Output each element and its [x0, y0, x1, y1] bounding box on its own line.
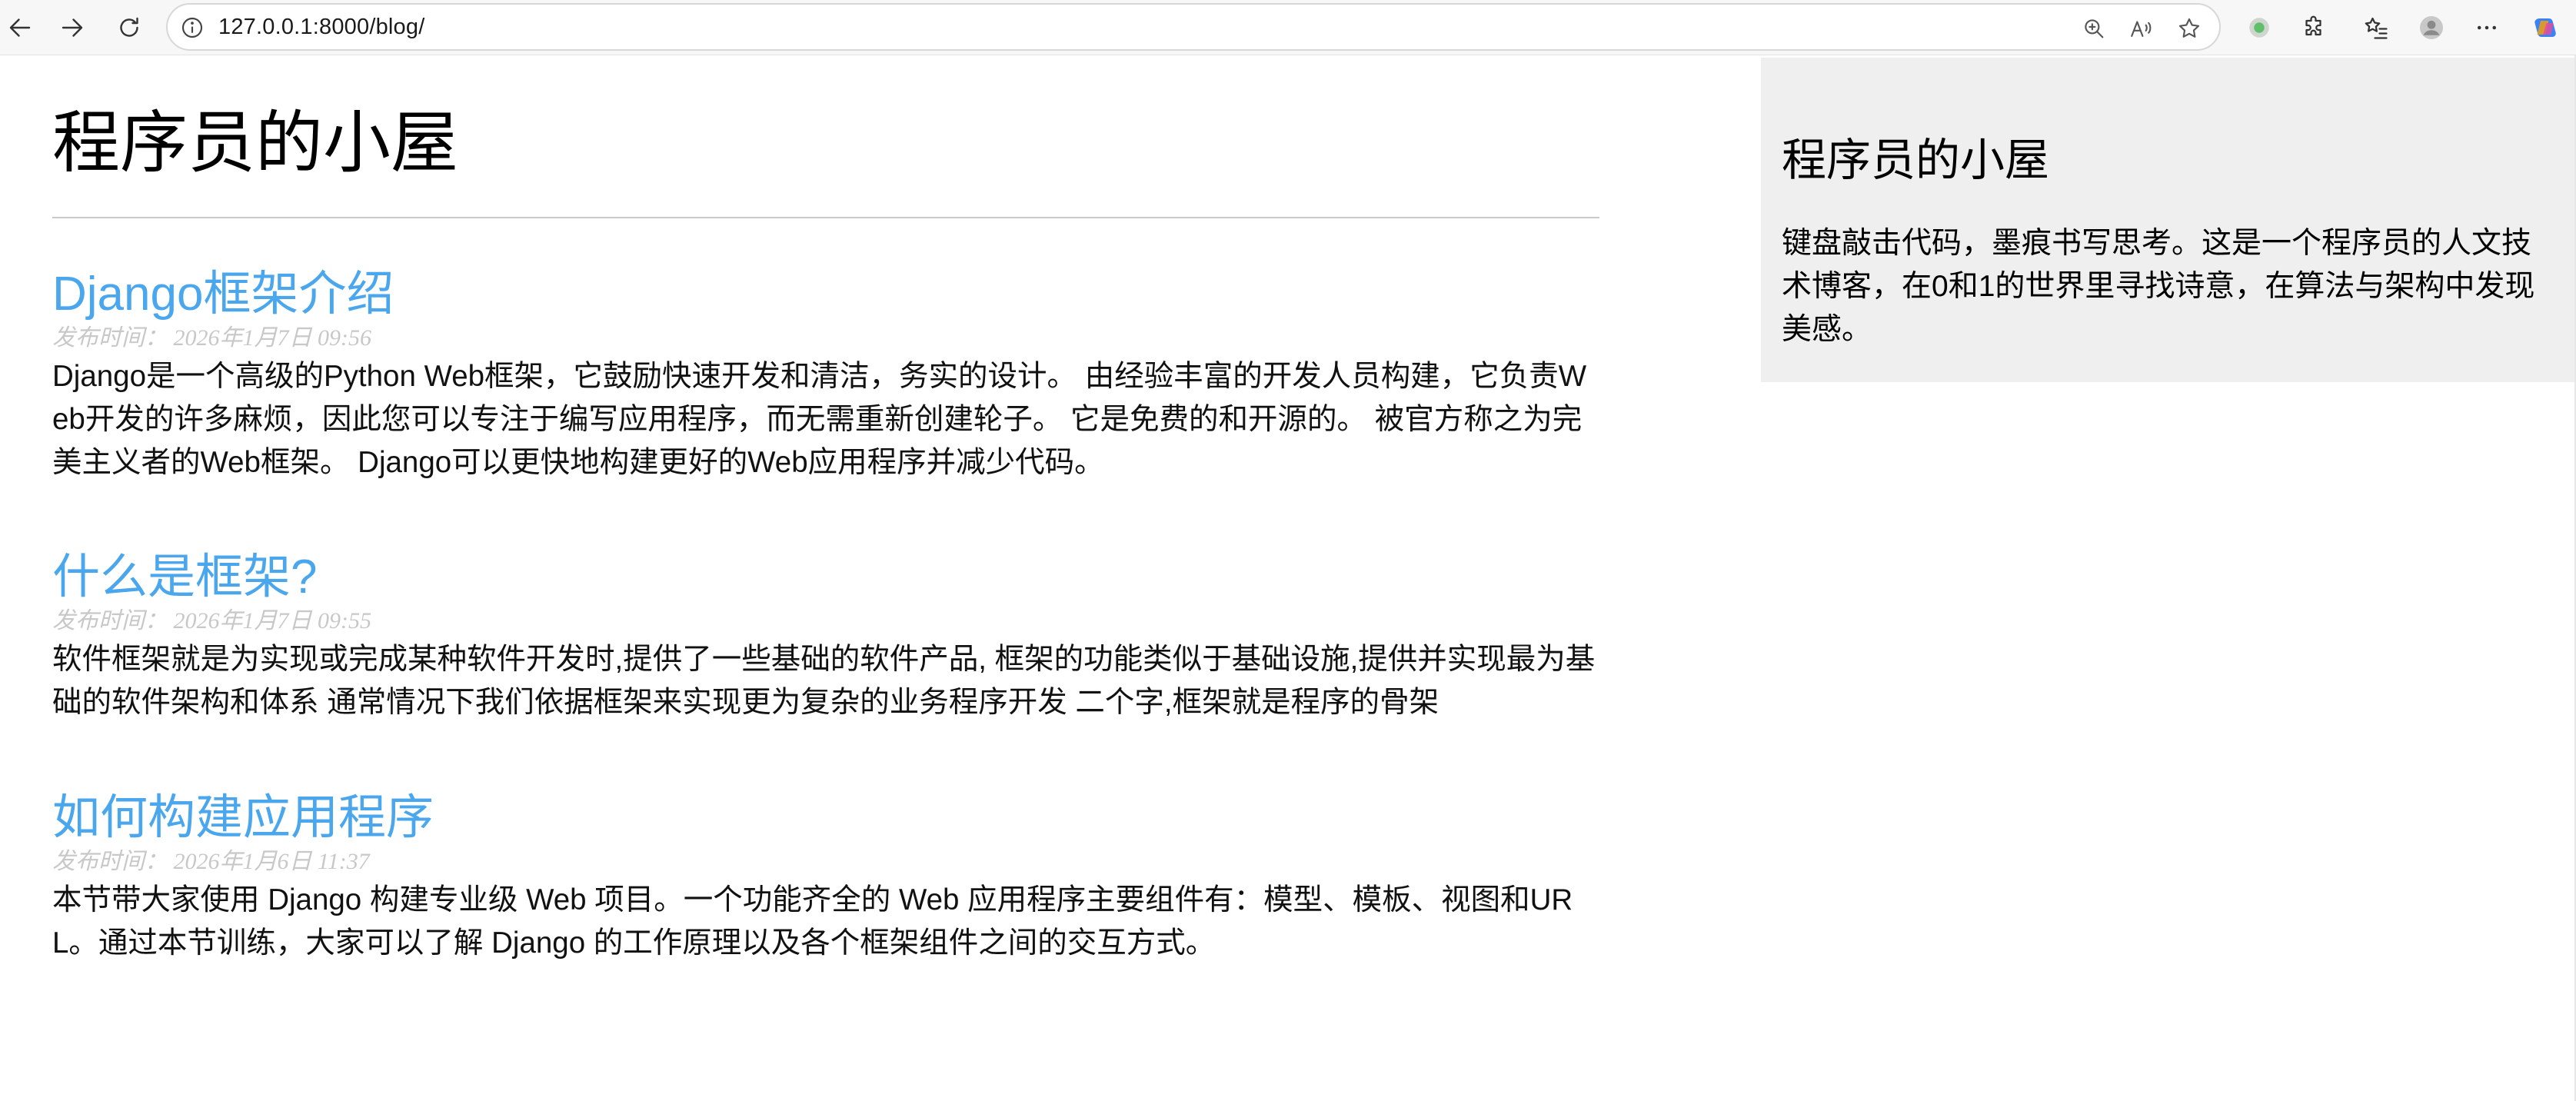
post-meta: 发布时间： 2026年1月7日 09:55 — [52, 608, 371, 634]
extension-green-dot-icon[interactable] — [2239, 8, 2279, 48]
post-meta: 发布时间： 2026年1月7日 09:56 — [52, 325, 371, 351]
post-excerpt: Django是一个高级的Python Web框架，它鼓励快速开发和清洁，务实的设… — [52, 360, 1587, 479]
profile-avatar-icon[interactable] — [2411, 8, 2451, 48]
favorite-star-icon[interactable] — [2176, 15, 2202, 42]
back-icon[interactable] — [0, 8, 40, 48]
post-title-link[interactable]: Django框架介绍 — [52, 266, 394, 323]
browser-toolbar: 127.0.0.1:8000/blog/ — [0, 0, 2576, 55]
read-aloud-icon[interactable] — [2128, 15, 2155, 42]
more-menu-icon[interactable] — [2467, 8, 2507, 48]
post-meta: 发布时间： 2026年1月6日 11:37 — [52, 849, 370, 874]
sidebar-title: 程序员的小屋 — [1782, 135, 2050, 185]
post-title-link[interactable]: 什么是框架? — [52, 549, 317, 606]
favorites-list-icon[interactable] — [2356, 8, 2396, 48]
post-title-link[interactable]: 如何构建应用程序 — [52, 790, 434, 847]
title-divider — [52, 217, 1599, 218]
blog-main: 程序员的小屋 — [52, 55, 1599, 218]
site-info-icon[interactable] — [180, 15, 205, 40]
sidebar-description: 键盘敲击代码，墨痕书写思考。这是一个程序员的人文技术博客，在0和1的世界里寻找诗… — [1782, 227, 2535, 346]
extensions-puzzle-icon[interactable] — [2295, 8, 2335, 48]
url-text[interactable]: 127.0.0.1:8000/blog/ — [218, 15, 424, 40]
post-item: Django框架介绍 发布时间： 2026年1月7日 09:56 Django是… — [52, 266, 1599, 484]
forward-icon[interactable] — [52, 8, 92, 48]
page-title: 程序员的小屋 — [52, 105, 459, 181]
zoom-icon[interactable] — [2081, 15, 2107, 42]
sidebar-about: 程序员的小屋 键盘敲击代码，墨痕书写思考。这是一个程序员的人文技术博客，在0和1… — [1761, 58, 2576, 382]
post-excerpt: 软件框架就是为实现或完成某种软件开发时,提供了一些基础的软件产品, 框架的功能类… — [52, 643, 1596, 719]
post-item: 什么是框架? 发布时间： 2026年1月7日 09:55 软件框架就是为实现或完… — [52, 549, 1599, 724]
address-bar[interactable]: 127.0.0.1:8000/blog/ — [166, 3, 2221, 51]
post-excerpt: 本节带大家使用 Django 构建专业级 Web 项目。一个功能齐全的 Web … — [52, 883, 1573, 960]
copilot-icon[interactable] — [2525, 8, 2565, 48]
post-item: 如何构建应用程序 发布时间： 2026年1月6日 11:37 本节带大家使用 D… — [52, 790, 1599, 965]
refresh-icon[interactable] — [109, 8, 149, 48]
